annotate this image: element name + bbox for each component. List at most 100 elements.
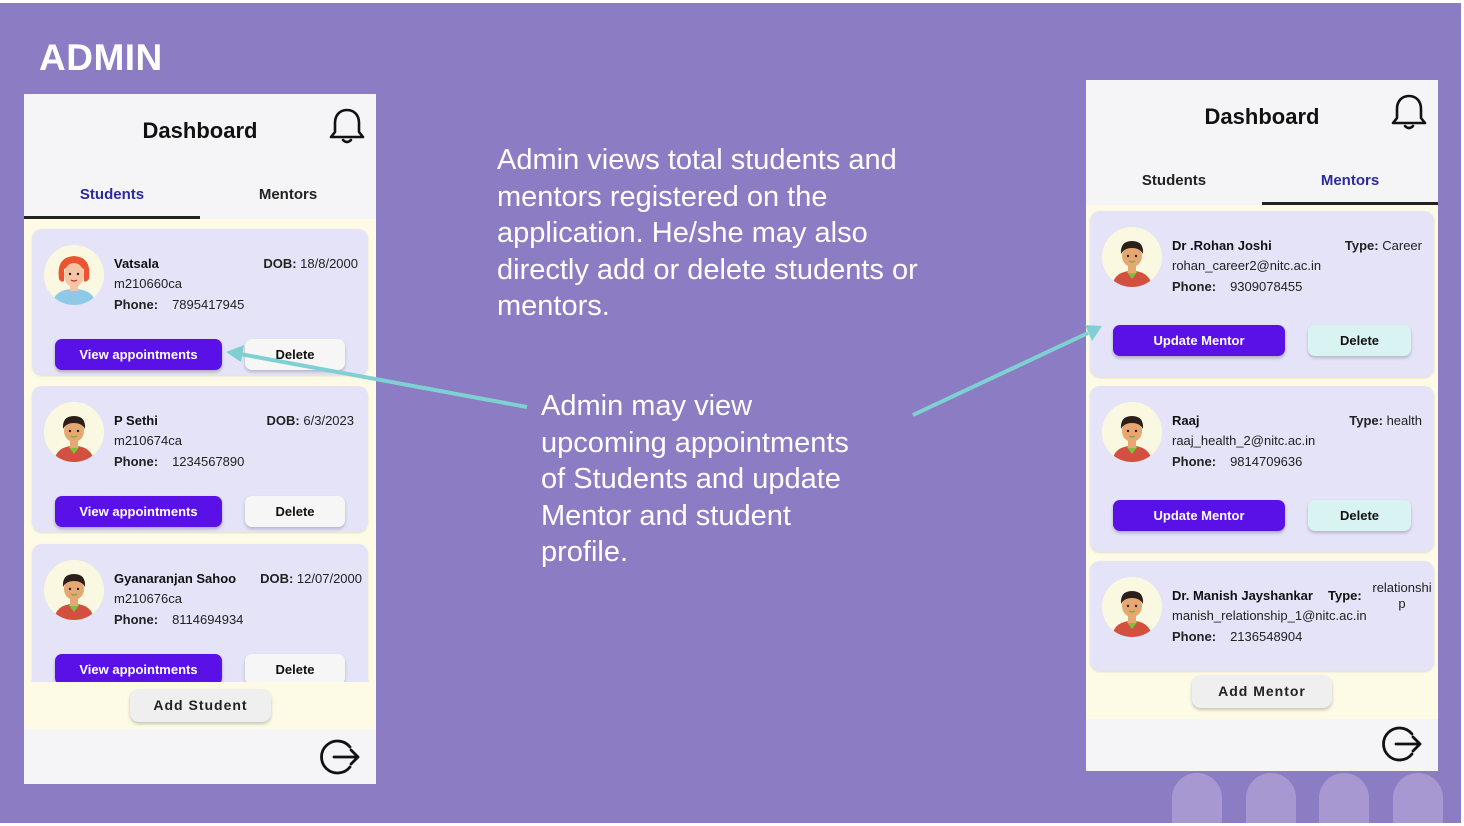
tab-mentors[interactable]: Mentors	[1262, 160, 1438, 205]
add-mentor-button[interactable]: Add Mentor	[1192, 675, 1332, 708]
tab-bar: Students Mentors	[24, 174, 376, 219]
mentor-phone: Phone: 9309078455	[1172, 279, 1302, 294]
type-label: Type:	[1349, 413, 1383, 428]
view-appointments-button[interactable]: View appointments	[55, 496, 222, 527]
dob-value: 18/8/2000	[300, 256, 358, 271]
type-value: Career	[1382, 238, 1422, 253]
dob-value: 12/07/2000	[296, 571, 362, 586]
phone-value: 7895417945	[172, 297, 245, 312]
mentor-phone: Phone: 2136548904	[1172, 629, 1302, 644]
student-id: m210676ca	[114, 591, 182, 606]
delete-button[interactable]: Delete	[245, 654, 345, 685]
student-dob: DOB: 18/8/2000	[263, 256, 358, 271]
delete-button[interactable]: Delete	[245, 339, 345, 370]
logout-icon[interactable]	[1382, 724, 1424, 769]
caption-line: Mentor and student	[541, 499, 791, 532]
phone-label: Phone:	[114, 297, 159, 312]
decorative-arch	[1246, 773, 1296, 823]
decorative-arch	[1393, 773, 1443, 823]
student-phone: Phone: 7895417945	[114, 297, 244, 312]
delete-button[interactable]: Delete	[1308, 325, 1411, 356]
caption-line: mentors.	[497, 290, 610, 322]
dob-label: DOB:	[260, 571, 294, 586]
view-appointments-button[interactable]: View appointments	[55, 654, 222, 685]
male-avatar-icon	[44, 560, 104, 620]
mentor-card: Dr .Rohan Joshi Type: Career rohan_caree…	[1090, 211, 1434, 377]
update-mentor-button[interactable]: Update Mentor	[1113, 325, 1285, 356]
type-label: Type:	[1344, 238, 1379, 253]
phone-value: 8114694934	[172, 612, 244, 627]
student-card: Vatsala DOB: 18/8/2000 m210660ca Phone: 7…	[32, 229, 368, 375]
mentor-email: manish_relationship_1@nitc.ac.in	[1172, 608, 1367, 623]
male-avatar-icon	[1102, 402, 1162, 462]
page-title: Dashboard	[142, 118, 258, 143]
mentor-name: Dr. Manish Jayshankar	[1172, 588, 1313, 603]
caption-line: Admin views total students and	[497, 144, 897, 176]
decorative-arch	[1319, 773, 1369, 823]
tab-students[interactable]: Students	[1086, 160, 1262, 205]
caption-line: of Students and update	[541, 463, 841, 495]
delete-button[interactable]: Delete	[1308, 500, 1411, 531]
type-value: health	[1386, 413, 1422, 428]
dob-label: DOB:	[263, 256, 297, 271]
student-dob: DOB: 12/07/2000	[260, 571, 362, 586]
caption-appointments: Admin may view upcoming appointments of …	[541, 388, 849, 571]
mentor-type: relationshi p	[1368, 580, 1436, 612]
mentor-name: Raaj	[1172, 413, 1200, 428]
phone-value: 9309078455	[1230, 279, 1303, 294]
mentor-list: Dr .Rohan Joshi Type: Career rohan_caree…	[1086, 205, 1438, 719]
phone-label: Phone:	[114, 612, 159, 627]
type-label: Type:	[1328, 588, 1362, 603]
tab-mentors[interactable]: Mentors	[200, 174, 376, 219]
student-id: m210674ca	[114, 433, 182, 448]
caption-overview: Admin views total students and mentors r…	[497, 142, 918, 325]
student-phone: Phone: 8114694934	[114, 612, 243, 627]
dob-value: 6/3/2023	[303, 413, 354, 428]
phone-label: Phone:	[1172, 279, 1217, 294]
add-student-button[interactable]: Add Student	[130, 689, 271, 722]
caption-line: application. He/she may also	[497, 217, 868, 249]
footer	[24, 729, 376, 784]
mentor-name: Dr .Rohan Joshi	[1172, 238, 1272, 253]
phone-value: 1234567890	[172, 454, 245, 469]
slide-title: ADMIN	[39, 37, 163, 78]
student-list: Vatsala DOB: 18/8/2000 m210660ca Phone: 7…	[24, 219, 376, 729]
caption-line: directly add or delete students or	[497, 253, 918, 286]
mentor-phone: Phone: 9814709636	[1172, 454, 1302, 469]
phone-value: 2136548904	[1230, 629, 1303, 644]
bell-icon[interactable]	[1391, 92, 1427, 137]
student-card: P Sethi DOB: 6/3/2023 m210674ca Phone: 12…	[32, 386, 368, 532]
student-name: P Sethi	[114, 413, 158, 428]
mentors-dashboard-screen: Dashboard Students Mentors Dr .Rohan Jos…	[1086, 80, 1438, 771]
student-dob: DOB: 6/3/2023	[267, 413, 354, 428]
female-avatar-icon	[44, 245, 104, 305]
bell-icon[interactable]	[329, 106, 365, 151]
decorative-arch	[1172, 773, 1222, 823]
phone-label: Phone:	[1172, 629, 1217, 644]
caption-line: Admin may view	[541, 390, 753, 422]
page-title: Dashboard	[1204, 104, 1320, 129]
arrow-icon	[912, 325, 1102, 417]
student-name: Vatsala	[114, 256, 159, 271]
caption-line: upcoming appointments	[541, 426, 849, 459]
mentor-email: raaj_health_2@nitc.ac.in	[1172, 433, 1316, 448]
phone-value: 9814709636	[1230, 454, 1303, 469]
tab-students[interactable]: Students	[24, 174, 200, 219]
caption-line: mentors registered on the	[497, 180, 828, 213]
student-card: Gyanaranjan Sahoo DOB: 12/07/2000 m21067…	[32, 544, 368, 690]
mentor-type: Type: Career	[1345, 238, 1422, 253]
type-value: p	[1398, 596, 1406, 611]
mentor-email: rohan_career2@nitc.ac.in	[1172, 258, 1322, 273]
student-phone: Phone: 1234567890	[114, 454, 244, 469]
phone-label: Phone:	[1172, 454, 1217, 469]
student-name: Gyanaranjan Sahoo	[114, 571, 237, 586]
phone-label: Phone:	[114, 454, 159, 469]
view-appointments-button[interactable]: View appointments	[55, 339, 222, 370]
update-mentor-button[interactable]: Update Mentor	[1113, 500, 1285, 531]
students-dashboard-screen: Dashboard Students Mentors Vatsala DOB: …	[24, 94, 376, 784]
mentor-card: Raaj Type: health raaj_health_2@nitc.ac.…	[1090, 386, 1434, 552]
mentor-card: Dr. Manish Jayshankar Type: relationshi …	[1090, 561, 1434, 671]
logout-icon[interactable]	[320, 737, 362, 782]
footer	[1086, 719, 1438, 771]
delete-button[interactable]: Delete	[245, 496, 345, 527]
